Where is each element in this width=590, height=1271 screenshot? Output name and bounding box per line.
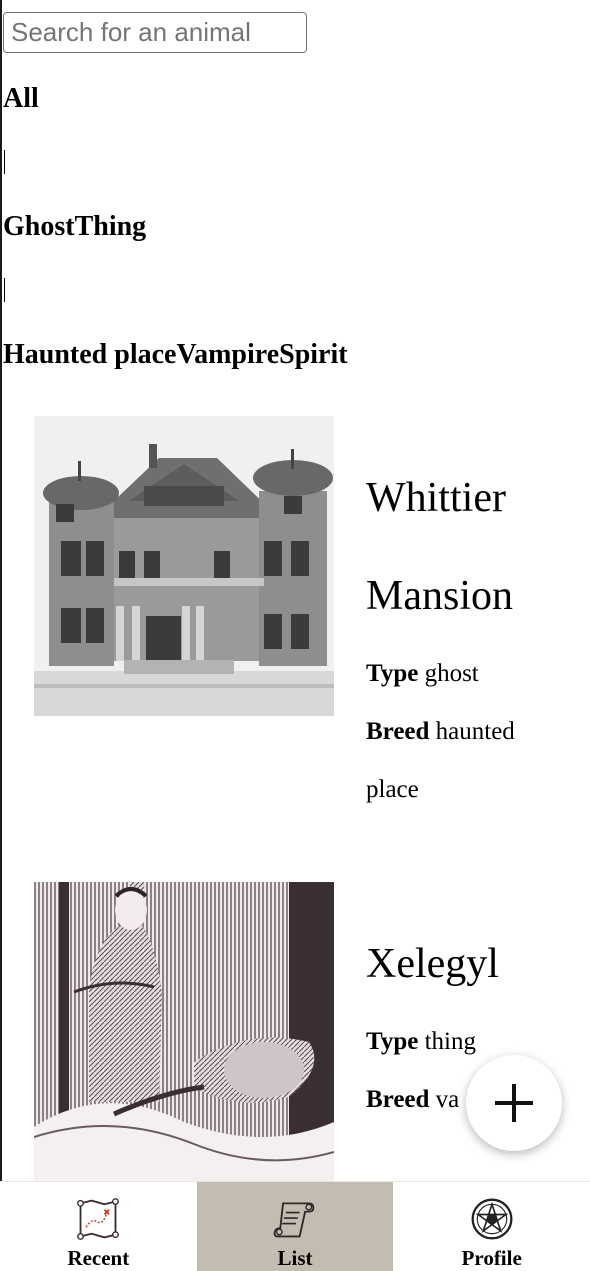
filter-breeds[interactable]: Haunted placeVampireSpirit xyxy=(3,341,348,369)
treasure-map-icon xyxy=(77,1198,120,1240)
nav-label-list: List xyxy=(277,1246,313,1270)
pentagram-icon xyxy=(471,1198,513,1240)
animal-image-vampire xyxy=(34,882,334,1182)
filter-divider xyxy=(4,278,5,302)
filter-divider xyxy=(4,150,5,174)
scroll-icon xyxy=(273,1202,315,1238)
nav-list[interactable]: List xyxy=(196,1182,394,1271)
animal-name: Whittier Mansion xyxy=(366,475,513,619)
left-border xyxy=(0,0,2,1270)
nav-profile[interactable]: Profile xyxy=(393,1182,590,1271)
plus-icon xyxy=(495,1084,533,1122)
bottom-nav: Recent List Profile xyxy=(0,1181,590,1271)
animal-image-mansion xyxy=(34,416,334,716)
add-animal-button[interactable] xyxy=(466,1055,562,1151)
animal-type: Type ghost xyxy=(366,660,479,687)
filter-types[interactable]: GhostThing xyxy=(3,213,146,241)
animal-breed: Breed haunted place xyxy=(366,718,515,803)
nav-label-profile: Profile xyxy=(461,1246,522,1270)
nav-recent[interactable]: Recent xyxy=(0,1182,197,1271)
filter-all[interactable]: All xyxy=(3,85,39,113)
animal-name: Xelegyl xyxy=(366,941,499,987)
nav-label-recent: Recent xyxy=(67,1246,130,1270)
search-input[interactable] xyxy=(3,12,307,53)
